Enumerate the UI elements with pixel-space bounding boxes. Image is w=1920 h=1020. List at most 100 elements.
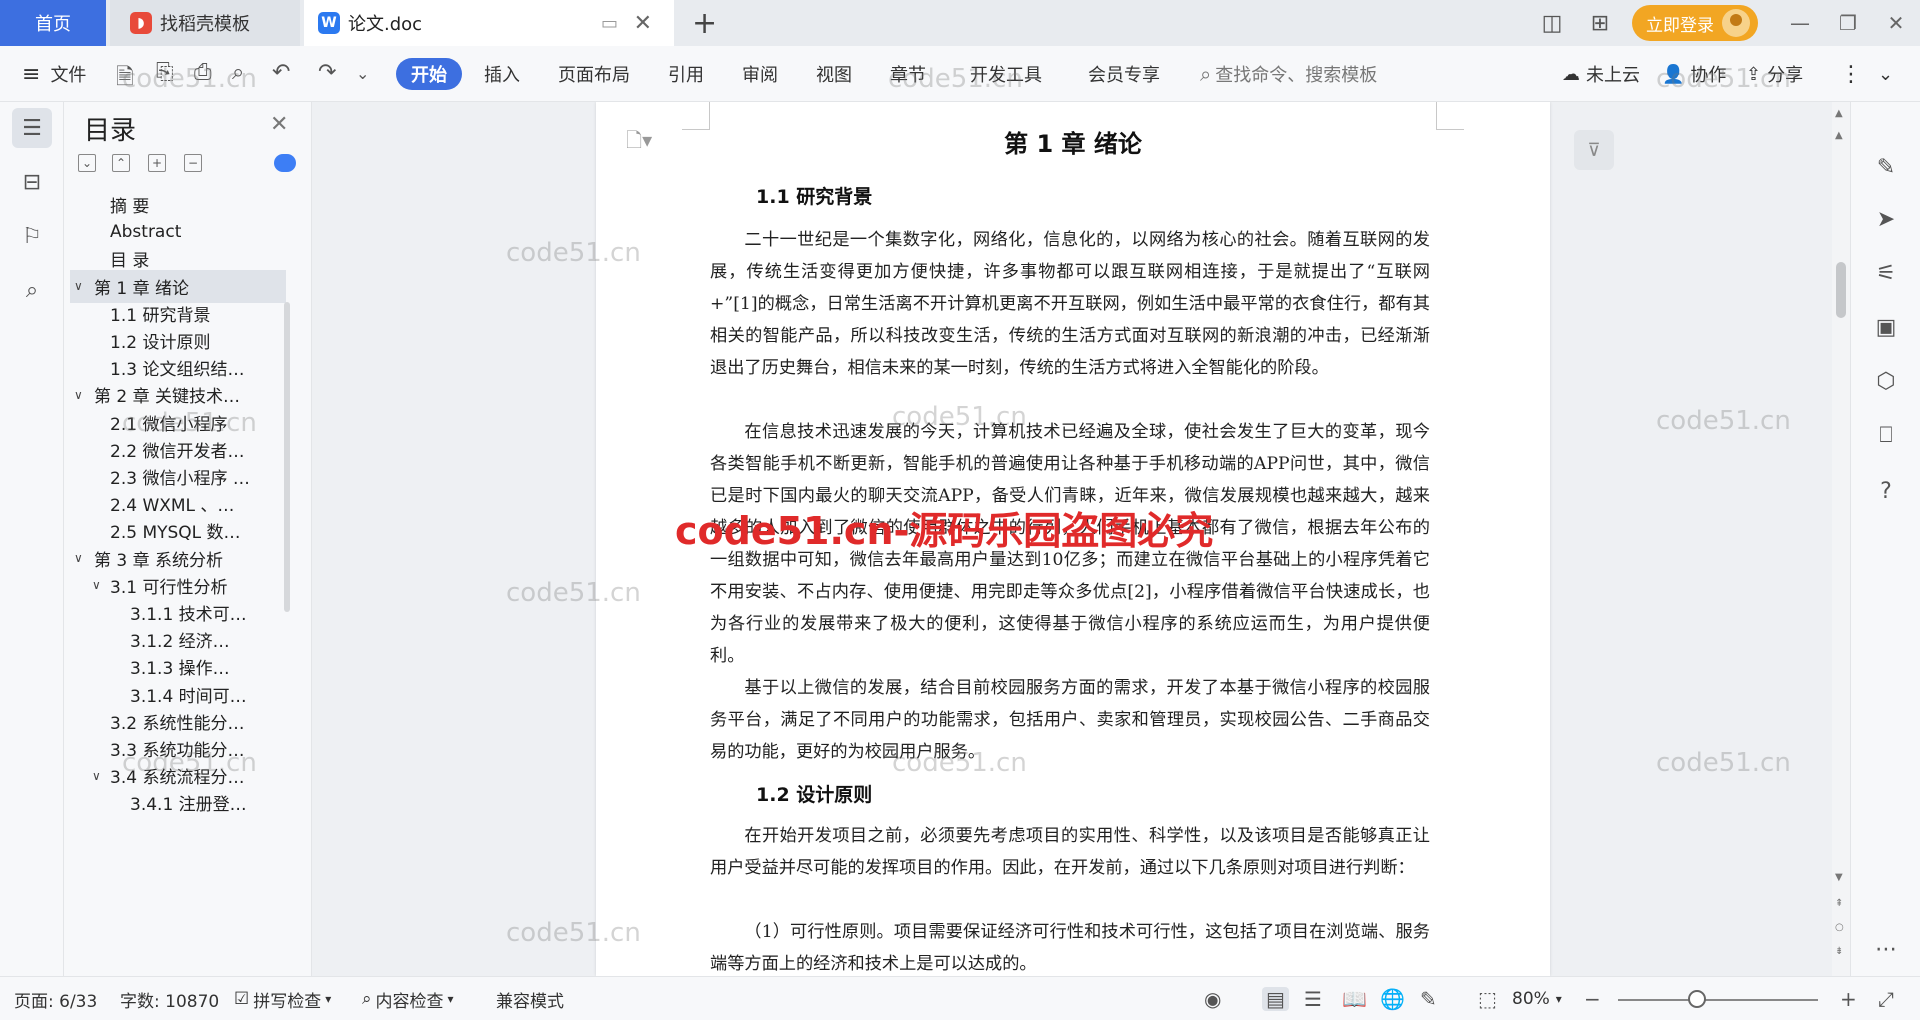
word-count[interactable]: 字数: 10870 [120, 977, 219, 1020]
toc-item-label: 3.3 系统功能分… [110, 741, 245, 761]
more-icon[interactable]: ⋮ [1840, 46, 1862, 102]
toc-scrollbar[interactable] [284, 302, 290, 612]
page-side-tool-icon[interactable]: ⊽ [1574, 130, 1614, 170]
plugin-icon[interactable]: ⬡ [1869, 364, 1903, 398]
menu-review[interactable]: 审阅 [742, 46, 778, 102]
zoom-slider-knob[interactable] [1688, 990, 1706, 1008]
scroll-top-icon[interactable]: ▲ [1835, 108, 1843, 119]
toc-item[interactable]: 3.4.1 注册登… [70, 786, 286, 819]
collapse-all-icon[interactable]: ⌃ [112, 154, 130, 172]
write-view-icon[interactable]: ✎ [1420, 987, 1437, 1011]
chevron-down-icon[interactable]: ∨ [74, 388, 83, 402]
apps-grid-icon[interactable]: ⊞ [1576, 11, 1624, 36]
print-icon[interactable]: ⎙ [194, 60, 212, 85]
login-button[interactable]: 立即登录 [1632, 5, 1758, 41]
read-view-icon[interactable]: 📖 [1342, 987, 1367, 1011]
eye-protect-icon[interactable]: ◉ [1204, 987, 1221, 1011]
collab-button[interactable]: 👤 协作 [1662, 46, 1726, 102]
close-tab-icon[interactable]: ✕ [634, 11, 652, 36]
outline-view-icon[interactable]: ☰ [1304, 987, 1322, 1011]
menu-member[interactable]: 会员专享 [1088, 46, 1160, 102]
menu-view[interactable]: 视图 [816, 46, 852, 102]
menu-start-label: 开始 [411, 65, 447, 86]
ai-assistant-icon[interactable] [274, 154, 296, 172]
menu-page-layout[interactable]: 页面布局 [558, 46, 630, 102]
share-button[interactable]: ⇪ 分享 [1746, 46, 1803, 102]
save-icon[interactable]: 🗎 [116, 60, 134, 98]
toc-item-label: 3.1.4 时间可… [130, 686, 247, 707]
cloud-status-button[interactable]: ☁ 未上云 [1562, 46, 1640, 102]
file-menu[interactable]: ≡ 文件 [22, 46, 86, 102]
toc-item-label: 2.2 微信开发者… [110, 441, 245, 462]
menu-developer[interactable]: 开发工具 [970, 46, 1042, 102]
vertical-scrollbar[interactable]: ▲ ▲ ▼ ⇞ ○ ⇟ [1832, 102, 1850, 976]
scroll-down-icon[interactable]: ▼ [1835, 872, 1843, 883]
zoom-out-icon[interactable]: − [1584, 987, 1601, 1011]
undo-icon[interactable]: ↶ [272, 60, 290, 85]
zoom-level[interactable]: 80% ▾ [1512, 977, 1562, 1020]
zoom-in-icon[interactable]: + [1840, 987, 1857, 1011]
monitor-icon[interactable]: ▭ [601, 13, 618, 34]
add-heading-icon[interactable]: + [148, 154, 166, 172]
layout-toggle-icon[interactable]: ◫ [1528, 11, 1576, 36]
more-tools-icon[interactable]: ⋯ [1869, 932, 1903, 966]
redo-icon[interactable]: ↷ [318, 60, 336, 85]
remove-heading-icon[interactable]: − [184, 154, 202, 172]
tab-template[interactable]: ◗ 找稻壳模板 [110, 0, 300, 46]
select-cursor-icon[interactable]: ➤ [1869, 202, 1903, 236]
page-view-icon[interactable]: ▤ [1262, 987, 1289, 1011]
bookmark-icon[interactable]: ⚐ [12, 216, 52, 256]
menu-start[interactable]: 开始 [396, 58, 462, 90]
chevron-down-icon[interactable]: ∨ [92, 769, 101, 783]
web-view-icon[interactable]: 🌐 [1380, 987, 1405, 1011]
menu-chapter[interactable]: 章节 [890, 46, 926, 102]
export-icon[interactable]: ⎘ [156, 60, 174, 85]
toc-item-label: 摘 要 [110, 197, 150, 217]
page-indicator[interactable]: 页面: 6/33 [14, 977, 97, 1020]
page-marker-icon[interactable]: ○ [1835, 922, 1844, 933]
menu-insert[interactable]: 插入 [484, 46, 520, 102]
navigation-icon[interactable]: ⊟ [12, 162, 52, 202]
tab-document[interactable]: W 论文.doc ▭ ✕ [304, 0, 674, 46]
chevron-down-icon[interactable]: ∨ [92, 578, 101, 592]
toc-panel-icon[interactable]: ☰ [12, 108, 52, 148]
adjust-icon[interactable]: ⚟ [1869, 256, 1903, 290]
scroll-thumb[interactable] [1836, 262, 1846, 318]
command-search[interactable]: ⌕ 查找命令、搜索模板 [1200, 46, 1377, 102]
tab-home[interactable]: 首页 [0, 0, 106, 46]
expand-all-icon[interactable]: ⌄ [78, 154, 96, 172]
next-page-icon[interactable]: ⇟ [1835, 946, 1843, 957]
watermark: code51.cn [1656, 748, 1791, 778]
zoom-slider[interactable] [1618, 999, 1818, 1001]
menu-references[interactable]: 引用 [668, 46, 704, 102]
section-title: 1.1 研究背景 [756, 186, 873, 208]
prev-page-icon[interactable]: ⇞ [1835, 898, 1843, 909]
toc-item-label: 1.1 研究背景 [110, 305, 211, 326]
watermark: code51.cn [1656, 406, 1791, 436]
print-preview-icon[interactable]: ⌕ [232, 60, 244, 85]
restore-icon[interactable]: ❐ [1824, 11, 1872, 35]
right-tool-rail: ✎ ➤ ⚟ ▣ ⬡ ⎕ ? ⋯ [1850, 102, 1920, 976]
toc-item-label: 2.5 MYSQL 数… [110, 523, 241, 544]
content-check-icon: ⌕ [362, 989, 372, 1009]
new-tab-button[interactable]: + [692, 6, 717, 41]
collapse-ribbon-icon[interactable]: ⌄ [1878, 46, 1893, 102]
content-check-button[interactable]: ⌕ 内容检查 ▾ [362, 977, 454, 1020]
menu-references-label: 引用 [668, 65, 704, 86]
chevron-down-icon[interactable]: ∨ [74, 551, 83, 565]
chevron-down-icon[interactable]: ∨ [74, 279, 83, 293]
book-search-icon[interactable]: ⎕ [1869, 418, 1903, 452]
watermark-red: code51.cn-源码乐园盗图必究 [675, 509, 1214, 553]
fullscreen-icon[interactable]: ⤢ [1878, 987, 1894, 1011]
more-quick-icon[interactable]: ⌄ [356, 64, 369, 83]
window-close-icon[interactable]: ✕ [1872, 11, 1920, 35]
pen-icon[interactable]: ✎ [1869, 150, 1903, 184]
toc-close-icon[interactable]: ✕ [270, 112, 288, 137]
scroll-up-icon[interactable]: ▲ [1835, 130, 1843, 141]
fit-page-icon[interactable]: ⬚ [1478, 987, 1497, 1011]
find-icon[interactable]: ⌕ [12, 270, 52, 310]
spell-check-button[interactable]: ☑ 拼写检查 ▾ [234, 977, 331, 1020]
minimize-icon[interactable]: — [1776, 11, 1824, 35]
help-icon[interactable]: ? [1869, 474, 1903, 508]
image-edit-icon[interactable]: ▣ [1869, 310, 1903, 344]
